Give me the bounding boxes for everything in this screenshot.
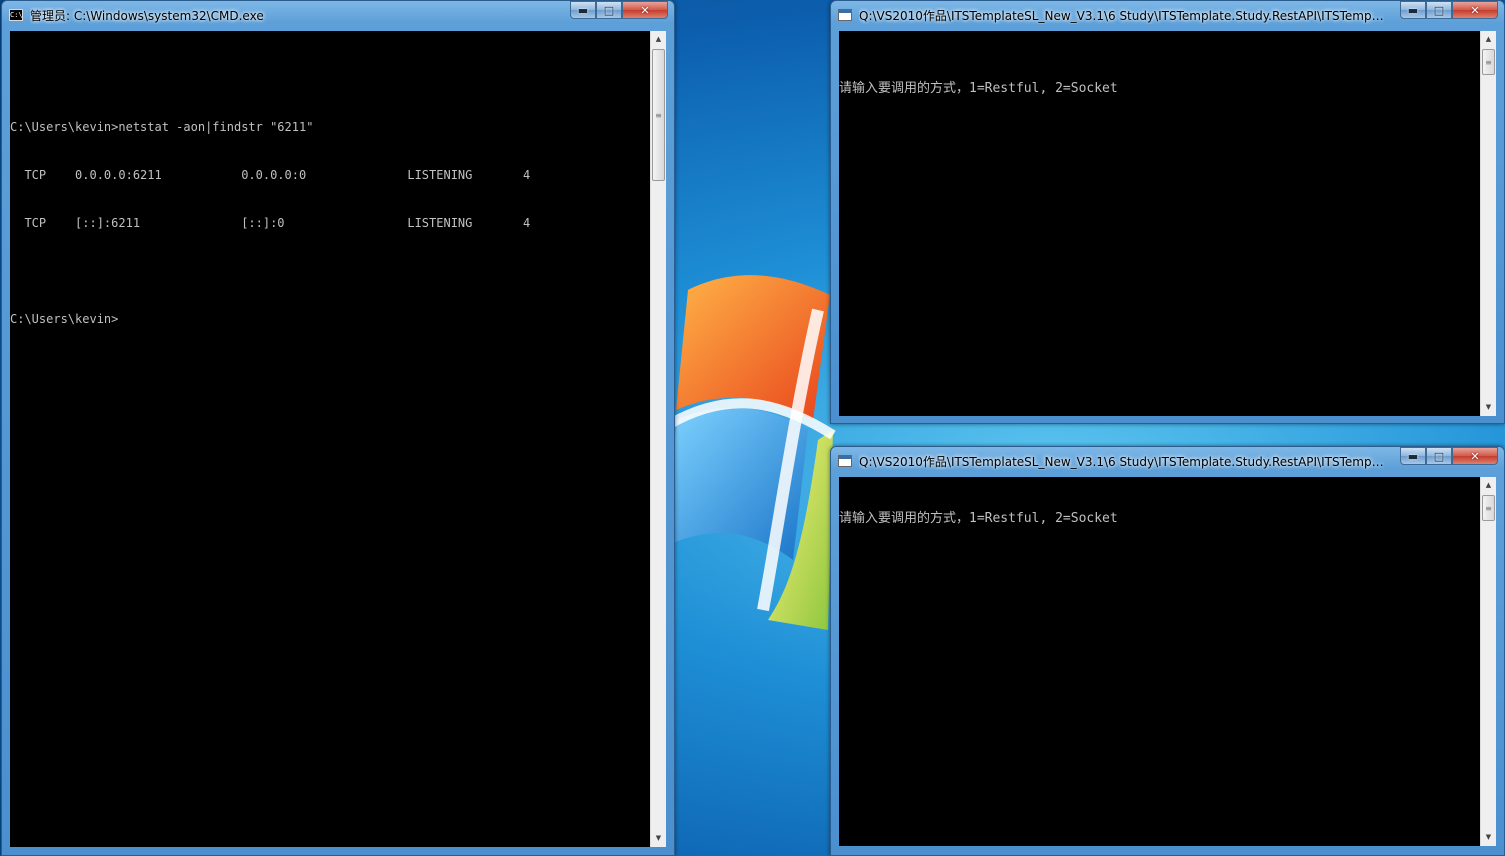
app1-window-title: Q:\VS2010作品\ITSTemplateSL_New_V3.1\6 Stu… [859, 9, 1384, 23]
minimize-icon: ▬ [577, 3, 589, 17]
scroll-down-arrow-icon[interactable]: ▼ [1481, 829, 1496, 846]
scroll-up-arrow-icon[interactable]: ▲ [651, 31, 666, 48]
console-line: 请输入要调用的方式，1=Restful, 2=Socket [839, 511, 1118, 526]
close-button[interactable]: ✕ [622, 1, 668, 19]
cmd-window-title: 管理员: C:\Windows\system32\CMD.exe [30, 9, 264, 23]
maximize-icon: □ [1433, 449, 1445, 463]
app2-titlebar[interactable]: Q:\VS2010作品\ITSTemplateSL_New_V3.1\6 Stu… [831, 447, 1504, 475]
minimize-button[interactable]: ▬ [570, 1, 596, 19]
app1-console-output[interactable]: 请输入要调用的方式，1=Restful, 2=Socket [839, 31, 1480, 416]
close-icon: ✕ [1470, 3, 1480, 17]
close-icon: ✕ [1470, 449, 1480, 463]
scroll-down-arrow-icon[interactable]: ▼ [651, 830, 666, 847]
console-app-window-2[interactable]: Q:\VS2010作品\ITSTemplateSL_New_V3.1\6 Stu… [830, 446, 1505, 856]
scrollbar-thumb[interactable]: ≡ [1482, 49, 1495, 75]
windows-logo-wallpaper [668, 275, 836, 630]
cmd-titlebar[interactable]: C:\ 管理员: C:\Windows\system32\CMD.exe ▬ □… [2, 1, 674, 29]
vertical-scrollbar[interactable]: ▲ ≡ ▼ [1480, 31, 1496, 416]
app1-titlebar[interactable]: Q:\VS2010作品\ITSTemplateSL_New_V3.1\6 Stu… [831, 1, 1504, 29]
console-app-window-1[interactable]: Q:\VS2010作品\ITSTemplateSL_New_V3.1\6 Stu… [830, 0, 1505, 424]
maximize-button[interactable]: □ [1426, 1, 1452, 19]
close-icon: ✕ [640, 3, 650, 17]
minimize-button[interactable]: ▬ [1400, 1, 1426, 19]
console-line: TCP 0.0.0.0:6211 0.0.0.0:0 LISTENING 4 [10, 168, 531, 182]
cmd-console-output[interactable]: C:\Users\kevin>netstat -aon|findstr "621… [10, 31, 650, 847]
console-app-icon[interactable] [838, 9, 852, 21]
close-button[interactable]: ✕ [1452, 447, 1498, 465]
maximize-icon: □ [603, 3, 615, 17]
cmd-window[interactable]: C:\ 管理员: C:\Windows\system32\CMD.exe ▬ □… [1, 0, 675, 856]
maximize-button[interactable]: □ [596, 1, 622, 19]
maximize-button[interactable]: □ [1426, 447, 1452, 465]
scroll-up-arrow-icon[interactable]: ▲ [1481, 31, 1496, 48]
app2-window-title: Q:\VS2010作品\ITSTemplateSL_New_V3.1\6 Stu… [859, 455, 1384, 469]
console-line: C:\Users\kevin>netstat -aon|findstr "621… [10, 120, 314, 134]
scrollbar-thumb[interactable]: ≡ [652, 49, 665, 181]
scrollbar-thumb[interactable]: ≡ [1482, 495, 1495, 521]
scroll-down-arrow-icon[interactable]: ▼ [1481, 399, 1496, 416]
maximize-icon: □ [1433, 3, 1445, 17]
app2-console-output[interactable]: 请输入要调用的方式，1=Restful, 2=Socket [839, 477, 1480, 846]
vertical-scrollbar[interactable]: ▲ ≡ ▼ [650, 31, 666, 847]
console-app-icon[interactable] [838, 455, 852, 467]
cmd-icon[interactable]: C:\ [9, 9, 23, 21]
close-button[interactable]: ✕ [1452, 1, 1498, 19]
console-line: C:\Users\kevin> [10, 312, 119, 326]
minimize-icon: ▬ [1407, 449, 1419, 463]
console-line: TCP [::]:6211 [::]:0 LISTENING 4 [10, 216, 531, 230]
vertical-scrollbar[interactable]: ▲ ≡ ▼ [1480, 477, 1496, 846]
minimize-button[interactable]: ▬ [1400, 447, 1426, 465]
console-line: 请输入要调用的方式，1=Restful, 2=Socket [839, 81, 1118, 96]
scroll-up-arrow-icon[interactable]: ▲ [1481, 477, 1496, 494]
minimize-icon: ▬ [1407, 3, 1419, 17]
